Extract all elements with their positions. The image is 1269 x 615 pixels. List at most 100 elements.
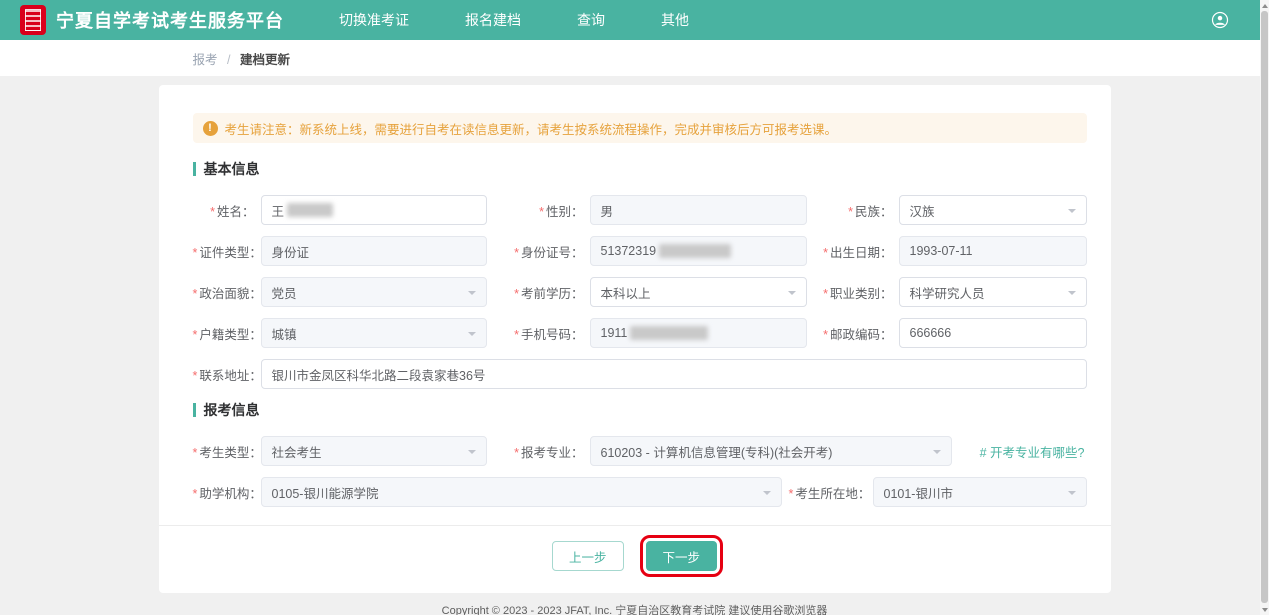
nav-item-switch-ticket[interactable]: 切换准考证 [339,10,409,30]
field-id-type: *证件类型： 身份证 [193,236,487,266]
location-select: 0101-银川市 [873,477,1087,507]
field-gender: *性别： 男 [512,195,807,225]
field-candidate-type: *考生类型： 社会考生 [193,436,487,466]
birth-date-label: *出生日期： [815,242,893,261]
nav-item-registration[interactable]: 报名建档 [465,10,521,30]
chevron-down-icon [468,332,476,340]
name-label: *姓名： [193,201,255,220]
location-label: *考生所在地： [789,483,867,502]
scroll-down-arrow-icon[interactable] [1260,605,1269,615]
copyright-footer: Copyright © 2023 - 2023 JFAT, Inc. 宁夏自治区… [0,602,1269,615]
candidate-type-select: 社会考生 [261,436,487,466]
chevron-down-icon [763,491,771,499]
form-row: *证件类型： 身份证 *身份证号： 51372319 *出生日期： 1993-0… [193,236,1087,266]
ethnicity-select[interactable]: 汉族 [899,195,1087,225]
user-avatar-icon[interactable] [1211,11,1229,29]
field-location: *考生所在地： 0101-银川市 [789,477,1087,507]
household-label: *户籍类型： [193,324,255,343]
breadcrumb-bar: 报考 / 建档更新 [0,40,1269,76]
postal-code-input[interactable]: 666666 [899,318,1087,348]
chevron-down-icon [788,291,796,299]
app-header: 宁夏自学考试考生服务平台 切换准考证 报名建档 查询 其他 [0,0,1269,40]
address-label: *联系地址： [193,365,255,384]
scroll-up-arrow-icon[interactable] [1260,0,1269,10]
app-title: 宁夏自学考试考生服务平台 [56,7,284,33]
address-input[interactable]: 银川市金凤区科华北路二段袁家巷36号 [261,359,1087,389]
field-institution: *助学机构： 0105-银川能源学院 [193,477,782,507]
previous-step-button[interactable]: 上一步 [552,541,624,571]
chevron-down-icon [468,291,476,299]
postal-code-label: *邮政编码： [815,324,893,343]
notice-text: 考生请注意：新系统上线，需要进行自考在读信息更新，请考生按系统流程操作，完成并审… [225,119,838,138]
political-label: *政治面貌： [193,283,255,302]
occupation-select[interactable]: 科学研究人员 [899,277,1087,307]
field-education: *考前学历： 本科以上 [512,277,807,307]
field-ethnicity: *民族： 汉族 [815,195,1087,225]
form-row: *助学机构： 0105-银川能源学院 *考生所在地： 0101-银川市 [193,477,1087,507]
phone-input: 1911 [590,318,807,348]
gender-input: 男 [590,195,807,225]
ethnicity-label: *民族： [815,201,893,220]
birth-date-input: 1993-07-11 [899,236,1087,266]
gender-label: *性别： [512,201,584,220]
redacted-phone [630,326,708,340]
form-row: *联系地址： 银川市金凤区科华北路二段袁家巷36号 [193,359,1087,389]
section-apply-info: 报考信息 [193,400,1087,420]
candidate-type-label: *考生类型： [193,442,255,461]
chevron-down-icon [1068,291,1076,299]
next-step-button[interactable]: 下一步 [646,541,718,571]
field-name: *姓名： 王 [193,195,487,225]
breadcrumb-separator: / [227,53,230,67]
redacted-name [287,203,333,217]
field-major: *报考专业： 610203 - 计算机信息管理(专科)(社会开考) [512,436,952,466]
form-row: *户籍类型： 城镇 *手机号码： 1911 *邮政编码： 666666 [193,318,1087,348]
form-card: ! 考生请注意：新系统上线，需要进行自考在读信息更新，请考生按系统流程操作，完成… [159,85,1111,593]
field-political: *政治面貌： 党员 [193,277,487,307]
id-type-label: *证件类型： [193,242,255,261]
breadcrumb: 报考 / 建档更新 [159,49,1111,68]
scrollbar-thumb[interactable] [1261,11,1268,603]
form-row: *考生类型： 社会考生 *报考专业： 610203 - 计算机信息管理(专科)(… [193,436,1087,466]
chevron-down-icon [933,450,941,458]
field-birth-date: *出生日期： 1993-07-11 [815,236,1087,266]
field-household: *户籍类型： 城镇 [193,318,487,348]
warning-icon: ! [203,121,218,136]
major-label: *报考专业： [512,442,584,461]
field-postal-code: *邮政编码： 666666 [815,318,1087,348]
nav-item-other[interactable]: 其他 [661,10,689,30]
phone-label: *手机号码： [512,324,584,343]
nav-item-query[interactable]: 查询 [577,10,605,30]
political-select: 党员 [261,277,487,307]
id-type-input: 身份证 [261,236,487,266]
open-majors-link[interactable]: # 开考专业有哪些? [980,442,1085,461]
main-nav: 切换准考证 报名建档 查询 其他 [339,10,689,30]
field-phone: *手机号码： 1911 [512,318,807,348]
household-select: 城镇 [261,318,487,348]
occupation-label: *职业类别： [815,283,893,302]
chevron-down-icon [1068,491,1076,499]
field-occupation: *职业类别： 科学研究人员 [815,277,1087,307]
section-basic-info: 基本信息 [193,159,1087,179]
major-select: 610203 - 计算机信息管理(专科)(社会开考) [590,436,952,466]
redacted-id-number [659,244,731,258]
institution-select: 0105-银川能源学院 [261,477,782,507]
section-bar [193,403,196,417]
id-number-label: *身份证号： [512,242,584,261]
breadcrumb-parent[interactable]: 报考 [193,53,218,67]
form-row: *姓名： 王 *性别： 男 *民族： 汉族 [193,195,1087,225]
chevron-down-icon [1068,209,1076,217]
field-id-number: *身份证号： 51372319 [512,236,807,266]
id-number-input: 51372319 [590,236,807,266]
form-row: *政治面貌： 党员 *考前学历： 本科以上 *职业类别： 科学研究人员 [193,277,1087,307]
field-address: *联系地址： 银川市金凤区科华北路二段袁家巷36号 [193,359,1087,389]
section-bar [193,162,196,176]
brand-logo-icon [20,5,46,35]
breadcrumb-current: 建档更新 [240,53,290,67]
name-input[interactable]: 王 [261,195,487,225]
vertical-scrollbar[interactable] [1260,0,1269,615]
notice-banner: ! 考生请注意：新系统上线，需要进行自考在读信息更新，请考生按系统流程操作，完成… [193,113,1087,143]
chevron-down-icon [468,450,476,458]
form-actions: 上一步 下一步 [159,525,1111,583]
education-label: *考前学历： [512,283,584,302]
education-select[interactable]: 本科以上 [590,277,807,307]
